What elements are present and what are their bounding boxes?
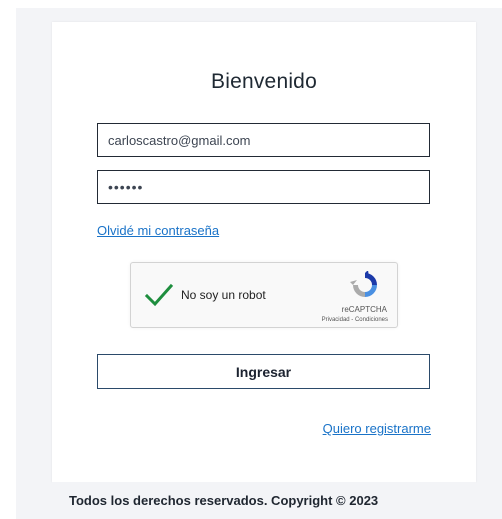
recaptcha-logo-icon [350,271,377,297]
login-button[interactable]: Ingresar [97,354,430,389]
copyright-text: Todos los derechos reservados. Copyright… [69,493,379,508]
login-card: Bienvenido Olvidé mi contraseña No soy u… [52,22,476,482]
captcha-label: No soy un robot [181,288,266,302]
captcha-terms[interactable]: Privacidad - Condiciones [322,317,388,323]
captcha-brand: reCAPTCHA [341,305,387,314]
password-field[interactable] [97,170,430,204]
footer: Todos los derechos reservados. Copyright… [52,482,476,519]
forgot-password-link[interactable]: Olvidé mi contraseña [97,223,219,238]
checkmark-icon[interactable] [144,281,174,309]
register-link[interactable]: Quiero registrarme [323,421,431,436]
email-field[interactable] [97,123,430,157]
page-title: Bienvenido [211,70,317,93]
recaptcha-widget[interactable]: No soy un robot reCAPTCHA Privacidad - C… [130,262,398,328]
